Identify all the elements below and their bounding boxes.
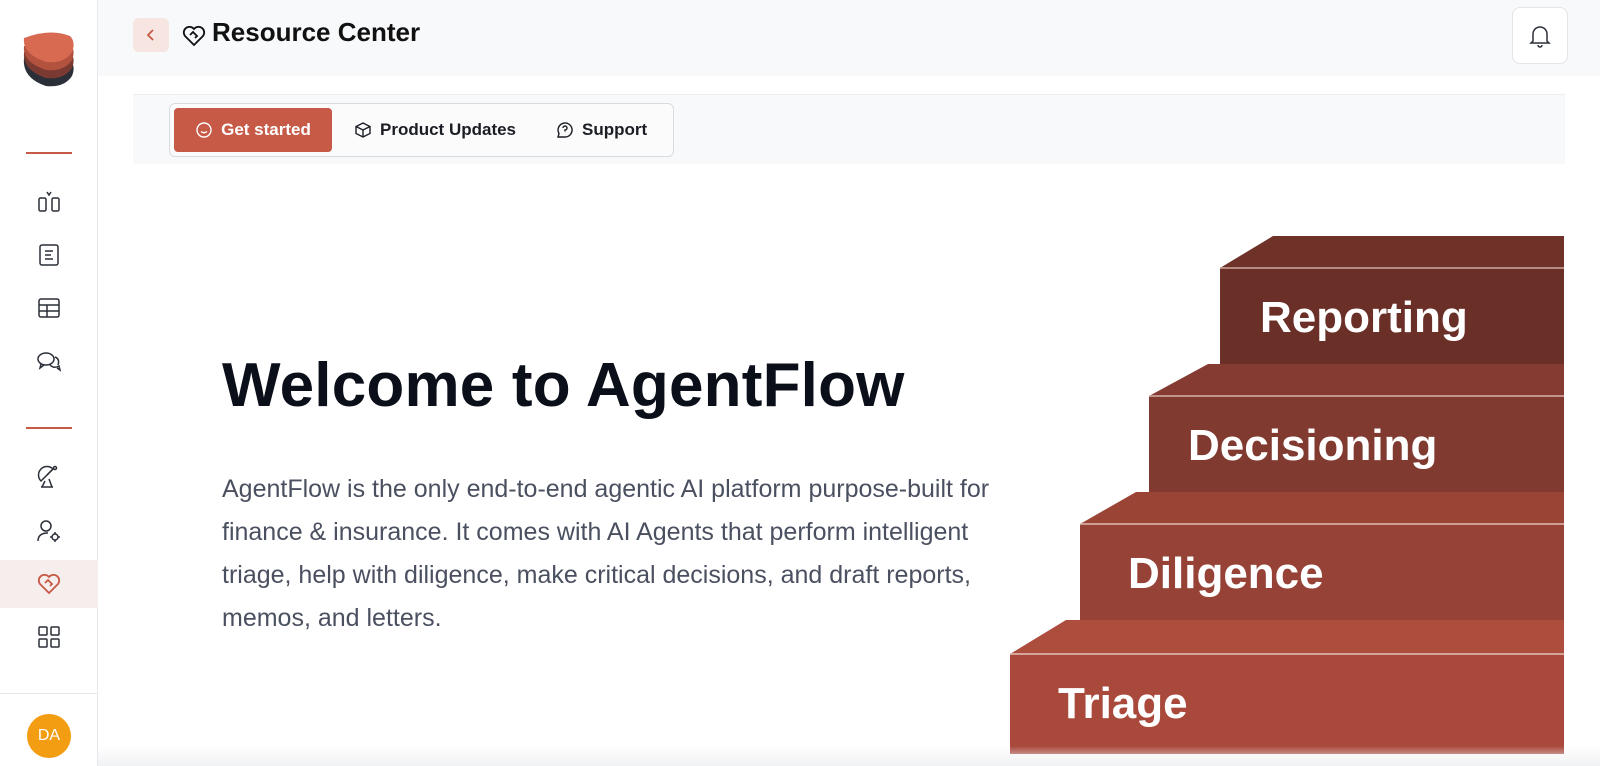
sidebar-item-chat[interactable] bbox=[0, 338, 98, 386]
table-icon bbox=[38, 298, 60, 318]
avatar[interactable]: DA bbox=[27, 714, 71, 758]
compare-icon bbox=[38, 191, 60, 212]
top-header: Resource Center bbox=[98, 0, 1600, 76]
bell-icon bbox=[1529, 25, 1551, 48]
package-icon bbox=[355, 122, 371, 138]
sidebar-item-tables[interactable] bbox=[0, 284, 98, 332]
satellite-icon bbox=[37, 465, 58, 488]
app-logo[interactable] bbox=[20, 30, 76, 90]
sidebar-divider bbox=[26, 152, 72, 154]
tab-get-started[interactable]: Get started bbox=[174, 108, 332, 152]
smile-icon bbox=[196, 122, 212, 138]
sidebar-item-documents[interactable] bbox=[0, 231, 98, 279]
notifications-button[interactable] bbox=[1512, 7, 1568, 64]
tab-label: Support bbox=[582, 120, 648, 139]
sidebar-item-apps[interactable] bbox=[0, 613, 98, 661]
page-title: Resource Center bbox=[212, 17, 421, 47]
sidebar-item-satellite[interactable] bbox=[0, 453, 98, 501]
tab-strip: Get started Product Updates Support bbox=[133, 94, 1565, 164]
heart-handshake-icon bbox=[182, 25, 206, 47]
sidebar-item-resource-center[interactable] bbox=[0, 560, 98, 608]
back-button[interactable] bbox=[133, 18, 169, 52]
stair-label-diligence: Diligence bbox=[1128, 549, 1324, 598]
agent-staircase-illustration: Reporting Decisioning Diligence Triage bbox=[1008, 236, 1564, 756]
tab-support[interactable]: Support bbox=[538, 108, 665, 152]
sidebar-footer-divider bbox=[0, 693, 98, 694]
document-icon bbox=[39, 244, 59, 266]
apps-grid-icon bbox=[38, 626, 60, 648]
hero-description: AgentFlow is the only end-to-end agentic… bbox=[222, 475, 990, 632]
bottom-fade bbox=[98, 746, 1600, 766]
stair-label-triage: Triage bbox=[1058, 679, 1188, 728]
help-circle-icon bbox=[557, 122, 573, 138]
tab-group: Get started Product Updates Support bbox=[169, 103, 674, 157]
heart-handshake-icon bbox=[37, 573, 61, 595]
hero-title: Welcome to AgentFlow bbox=[222, 351, 905, 420]
tab-label: Product Updates bbox=[380, 120, 517, 139]
user-settings-icon bbox=[37, 520, 60, 542]
chevron-left-icon bbox=[146, 29, 154, 41]
tab-label: Get started bbox=[221, 120, 311, 139]
tab-product-updates[interactable]: Product Updates bbox=[336, 108, 534, 152]
stair-label-reporting: Reporting bbox=[1260, 293, 1468, 342]
stair-label-decisioning: Decisioning bbox=[1188, 421, 1437, 470]
chat-icon bbox=[37, 352, 62, 372]
sidebar-item-compare[interactable] bbox=[0, 178, 98, 226]
sidebar: DA bbox=[0, 0, 98, 766]
sidebar-item-users[interactable] bbox=[0, 507, 98, 555]
sidebar-divider bbox=[26, 427, 72, 429]
